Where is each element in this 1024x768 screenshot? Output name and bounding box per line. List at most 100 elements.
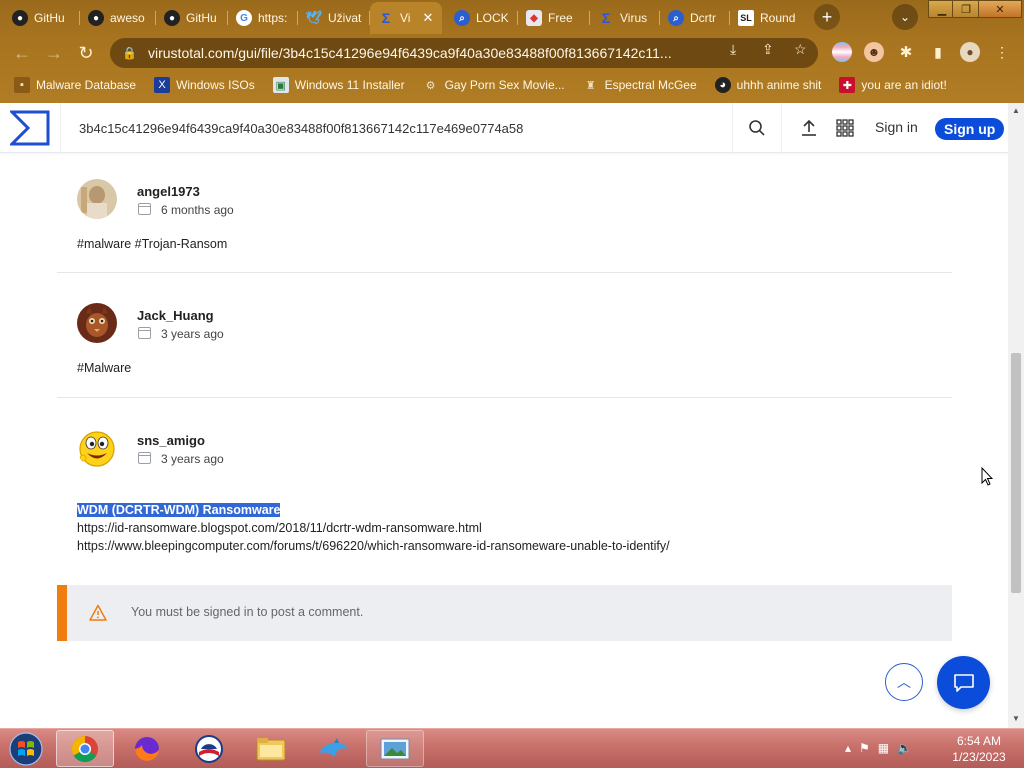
virustotal-page: 3b4c15c41296e94f6439ca9f40a30e83488f00f8… xyxy=(0,103,1008,728)
sl-icon: SL xyxy=(738,10,754,26)
tab-github-1[interactable]: ● GitHu xyxy=(4,4,80,32)
close-window-button[interactable]: ✕ xyxy=(978,0,1022,18)
site-header: 3b4c15c41296e94f6439ca9f40a30e83488f00f8… xyxy=(0,103,1008,153)
image-icon: ▣ xyxy=(272,77,289,93)
bookmark-movie[interactable]: ⚙ Gay Porn Sex Movie... xyxy=(423,77,565,93)
search-input[interactable]: 3b4c15c41296e94f6439ca9f40a30e83488f00f8… xyxy=(60,103,732,153)
upload-icon xyxy=(802,119,816,136)
star-icon[interactable]: ☆ xyxy=(794,41,807,58)
puzzle-icon[interactable]: ✱ xyxy=(896,42,916,62)
system-tray: ▴ ⚑ ▦ 🔈 xyxy=(845,741,912,755)
chat-icon xyxy=(953,673,974,692)
google-icon: G xyxy=(236,10,252,26)
new-tab-button[interactable]: + xyxy=(814,4,840,30)
address-bar[interactable]: 🔒 virustotal.com/gui/file/3b4c15c41296e9… xyxy=(110,38,818,68)
address-bar-url[interactable]: virustotal.com/gui/file/3b4c15c41296e94f… xyxy=(148,45,738,61)
show-hidden-icons-icon[interactable]: ▴ xyxy=(845,741,851,755)
tab-free[interactable]: ◆ Free xyxy=(518,4,590,32)
avatar[interactable] xyxy=(77,428,117,468)
tab-github-2[interactable]: ● aweso xyxy=(80,4,156,32)
bookmark-label: Espectral McGee xyxy=(604,78,697,92)
start-button[interactable] xyxy=(8,732,44,766)
tab-virustotal-2[interactable]: Σ Virus xyxy=(590,4,660,32)
tab-label: GitHu xyxy=(186,11,217,25)
tab-twitter[interactable]: 🕊 Uživat xyxy=(298,4,370,32)
comment-body: #Malware xyxy=(77,361,132,375)
obama-logo-icon xyxy=(195,734,223,763)
bookmark-windows-isos[interactable]: X Windows ISOs xyxy=(154,77,255,93)
kebab-menu-icon[interactable]: ⋮ xyxy=(992,42,1012,62)
close-tab-icon[interactable]: ✕ xyxy=(422,10,433,26)
bookmark-malware-database[interactable]: ▪ Malware Database xyxy=(14,77,136,93)
comment-author[interactable]: angel1973 xyxy=(137,184,200,199)
tab-virustotal-active[interactable]: Σ Vi ✕ xyxy=(370,2,442,34)
sidebar-icon[interactable]: ▮ xyxy=(928,42,948,62)
comment-timestamp: 6 months ago xyxy=(161,203,234,217)
taskbar-obama[interactable] xyxy=(180,730,238,767)
bookmarks-bar: ▪ Malware Database X Windows ISOs ▣ Wind… xyxy=(0,72,1024,98)
taskbar-explorer[interactable] xyxy=(242,730,300,767)
comment-link[interactable]: https://id-ransomware.blogspot.com/2018/… xyxy=(77,519,670,537)
dolphin-icon xyxy=(319,737,348,757)
bookmark-windows-11-installer[interactable]: ▣ Windows 11 Installer xyxy=(272,77,405,93)
install-app-icon[interactable]: ⤓ xyxy=(730,41,736,58)
back-button[interactable]: ← xyxy=(9,40,35,66)
avatar[interactable] xyxy=(77,179,117,219)
taskbar-chrome[interactable] xyxy=(56,730,114,767)
tab-round[interactable]: SL Round xyxy=(730,4,802,32)
comment-timestamp: 3 years ago xyxy=(161,452,224,466)
scroll-down-arrow-icon[interactable]: ▼ xyxy=(1011,714,1021,723)
restore-button[interactable]: ❐ xyxy=(952,0,980,18)
reload-button[interactable]: ↻ xyxy=(73,40,99,66)
bookmark-espectral-mcgee[interactable]: ♜ Espectral McGee xyxy=(583,77,697,93)
avatar-extension-icon[interactable]: ☻ xyxy=(864,42,884,62)
action-center-flag-icon[interactable]: ⚑ xyxy=(859,741,870,755)
comment-timestamp: 3 years ago xyxy=(161,327,224,341)
arrow-right-icon: → xyxy=(45,42,63,63)
scroll-to-top-button[interactable]: ︿ xyxy=(885,663,923,701)
taskbar-dolphin[interactable] xyxy=(304,730,362,767)
scroll-up-arrow-icon[interactable]: ▲ xyxy=(1011,106,1021,115)
notice-text: You must be signed in to post a comment. xyxy=(131,605,364,619)
chat-button[interactable] xyxy=(937,656,990,709)
tab-github-3[interactable]: ● GitHu xyxy=(156,4,228,32)
bookmark-idiot[interactable]: ✚ you are an idiot! xyxy=(839,77,947,93)
forward-button[interactable]: → xyxy=(41,40,67,66)
bookmark-anime[interactable]: ◕ uhhh anime shit xyxy=(714,77,821,93)
site-icon: ♜ xyxy=(585,79,596,92)
tab-dcrtr[interactable]: ⌕ Dcrtr xyxy=(660,4,730,32)
virustotal-icon: Σ xyxy=(601,10,611,26)
tab-search-button[interactable]: ⌄ xyxy=(892,4,918,30)
taskbar-photo-viewer[interactable] xyxy=(366,730,424,767)
comment-body: WDM (DCRTR-WDM) Ransomware https://id-ra… xyxy=(77,501,670,555)
flag-extension-icon[interactable] xyxy=(832,42,852,62)
volume-icon[interactable]: 🔈 xyxy=(897,741,912,755)
comment-link[interactable]: https://www.bleepingcomputer.com/forums/… xyxy=(77,537,670,555)
github-icon: ● xyxy=(164,10,180,26)
apps-button[interactable] xyxy=(832,115,858,141)
search-button[interactable] xyxy=(732,103,782,153)
vertical-scrollbar[interactable]: ▲ ▼ xyxy=(1008,103,1024,728)
share-icon[interactable]: ⇪ xyxy=(762,41,774,58)
upload-button[interactable] xyxy=(796,115,822,141)
folder-icon xyxy=(256,737,286,760)
scrollbar-thumb[interactable] xyxy=(1011,353,1021,593)
sign-up-button[interactable]: Sign up xyxy=(935,118,1005,140)
profile-icon[interactable]: ● xyxy=(960,42,980,62)
comment-body: #malware #Trojan-Ransom xyxy=(77,237,228,251)
calendar-icon xyxy=(138,203,151,215)
tab-label: Round xyxy=(760,11,796,25)
github-icon: ● xyxy=(88,10,104,26)
bookmark-label: Gay Porn Sex Movie... xyxy=(444,78,565,92)
virustotal-logo[interactable] xyxy=(10,110,50,146)
comment-author[interactable]: sns_amigo xyxy=(137,433,205,448)
clock[interactable]: 6:54 AM 1/23/2023 xyxy=(944,733,1014,765)
network-icon[interactable]: ▦ xyxy=(878,741,889,755)
comment-author[interactable]: Jack_Huang xyxy=(137,308,214,323)
tab-google[interactable]: G https: xyxy=(228,4,298,32)
arrow-left-icon: ← xyxy=(13,42,31,63)
taskbar-firefox[interactable] xyxy=(118,730,176,767)
avatar[interactable] xyxy=(77,303,117,343)
tab-lock[interactable]: ⌕ LOCK xyxy=(446,4,518,32)
sign-in-link[interactable]: Sign in xyxy=(875,119,918,135)
